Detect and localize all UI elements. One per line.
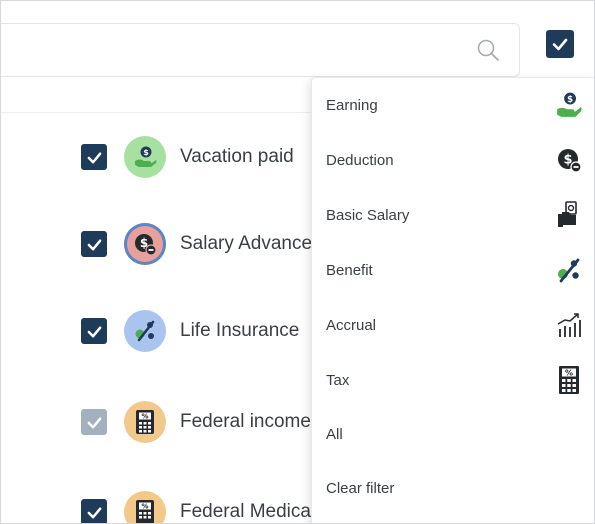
filter-dropdown-menu: Earning $ Deduction $ Basic Salary Benef…	[311, 77, 594, 523]
deduction-avatar: $	[124, 223, 166, 265]
checkmark-icon	[87, 506, 101, 518]
filter-option-label: All	[326, 425, 343, 443]
checkmark-icon	[87, 325, 101, 337]
filter-option-all[interactable]: All	[312, 407, 594, 461]
row-checkbox[interactable]	[81, 318, 107, 344]
svg-text:$: $	[143, 148, 149, 157]
svg-text:%: %	[565, 369, 573, 378]
tax-calculator-icon: %	[136, 410, 154, 434]
earning-avatar: $	[124, 136, 166, 178]
search-input[interactable]	[1, 24, 471, 74]
list-item[interactable]: $ Salary Advance	[81, 221, 312, 267]
checkmark-icon	[87, 151, 101, 163]
filter-option-deduction[interactable]: Deduction $	[312, 133, 594, 187]
filter-option-label: Tax	[326, 371, 350, 389]
row-label: Vacation paid	[180, 146, 294, 167]
filter-option-label: Clear filter	[326, 479, 395, 497]
filter-option-label: Earning	[326, 96, 378, 114]
row-checkbox-disabled	[81, 409, 107, 435]
filter-option-benefit[interactable]: Benefit	[312, 243, 594, 297]
list-item[interactable]: Life Insurance	[81, 308, 299, 354]
row-label: Life Insurance	[180, 320, 300, 341]
deduction-dollar-coin-icon: $	[135, 234, 157, 256]
row-label: Salary Advance	[180, 233, 313, 254]
row-checkbox[interactable]	[81, 231, 107, 257]
tax-avatar: %	[124, 491, 166, 523]
search-box	[1, 23, 520, 77]
checkmark-icon	[552, 38, 568, 51]
row-checkbox[interactable]	[81, 499, 107, 523]
filter-option-label: Basic Salary	[326, 206, 410, 224]
search-icon[interactable]	[475, 37, 501, 63]
filter-option-label: Accrual	[326, 316, 377, 334]
filter-option-label: Benefit	[326, 261, 373, 279]
earning-hand-coin-icon: $	[555, 91, 583, 119]
svg-text:%: %	[141, 503, 148, 511]
checkmark-icon	[87, 238, 101, 250]
filter-option-label: Deduction	[326, 151, 394, 169]
row-checkbox[interactable]	[81, 144, 107, 170]
svg-text:$: $	[567, 95, 573, 105]
benefit-percent-icon	[135, 320, 155, 342]
filter-option-basic-salary[interactable]: Basic Salary	[312, 188, 594, 242]
deduction-dollar-coin-icon: $	[555, 146, 583, 174]
benefit-avatar	[124, 310, 166, 352]
benefit-percent-icon	[555, 256, 583, 284]
filter-option-accrual[interactable]: Accrual	[312, 298, 594, 352]
tax-calculator-icon: %	[555, 366, 583, 394]
svg-text:%: %	[141, 413, 148, 421]
tax-calculator-icon: %	[136, 500, 154, 523]
earning-hand-coin-icon: $	[135, 146, 157, 167]
filter-option-clear-filter[interactable]: Clear filter	[312, 461, 594, 515]
filter-option-earning[interactable]: Earning $	[312, 78, 594, 132]
checkmark-icon	[87, 416, 101, 428]
accrual-growth-chart-icon	[555, 311, 583, 339]
filter-toggle-checkbox[interactable]	[546, 30, 574, 58]
tax-avatar: %	[124, 401, 166, 443]
payroll-code-panel: $ Vacation paid $ Salary Advance Life In…	[0, 0, 595, 524]
row-label: Federal income	[180, 411, 311, 432]
list-item[interactable]: % Federal income	[81, 399, 311, 445]
basic-salary-money-hand-icon	[555, 201, 583, 229]
list-item[interactable]: $ Vacation paid	[81, 134, 294, 180]
filter-option-tax[interactable]: Tax %	[312, 353, 594, 407]
